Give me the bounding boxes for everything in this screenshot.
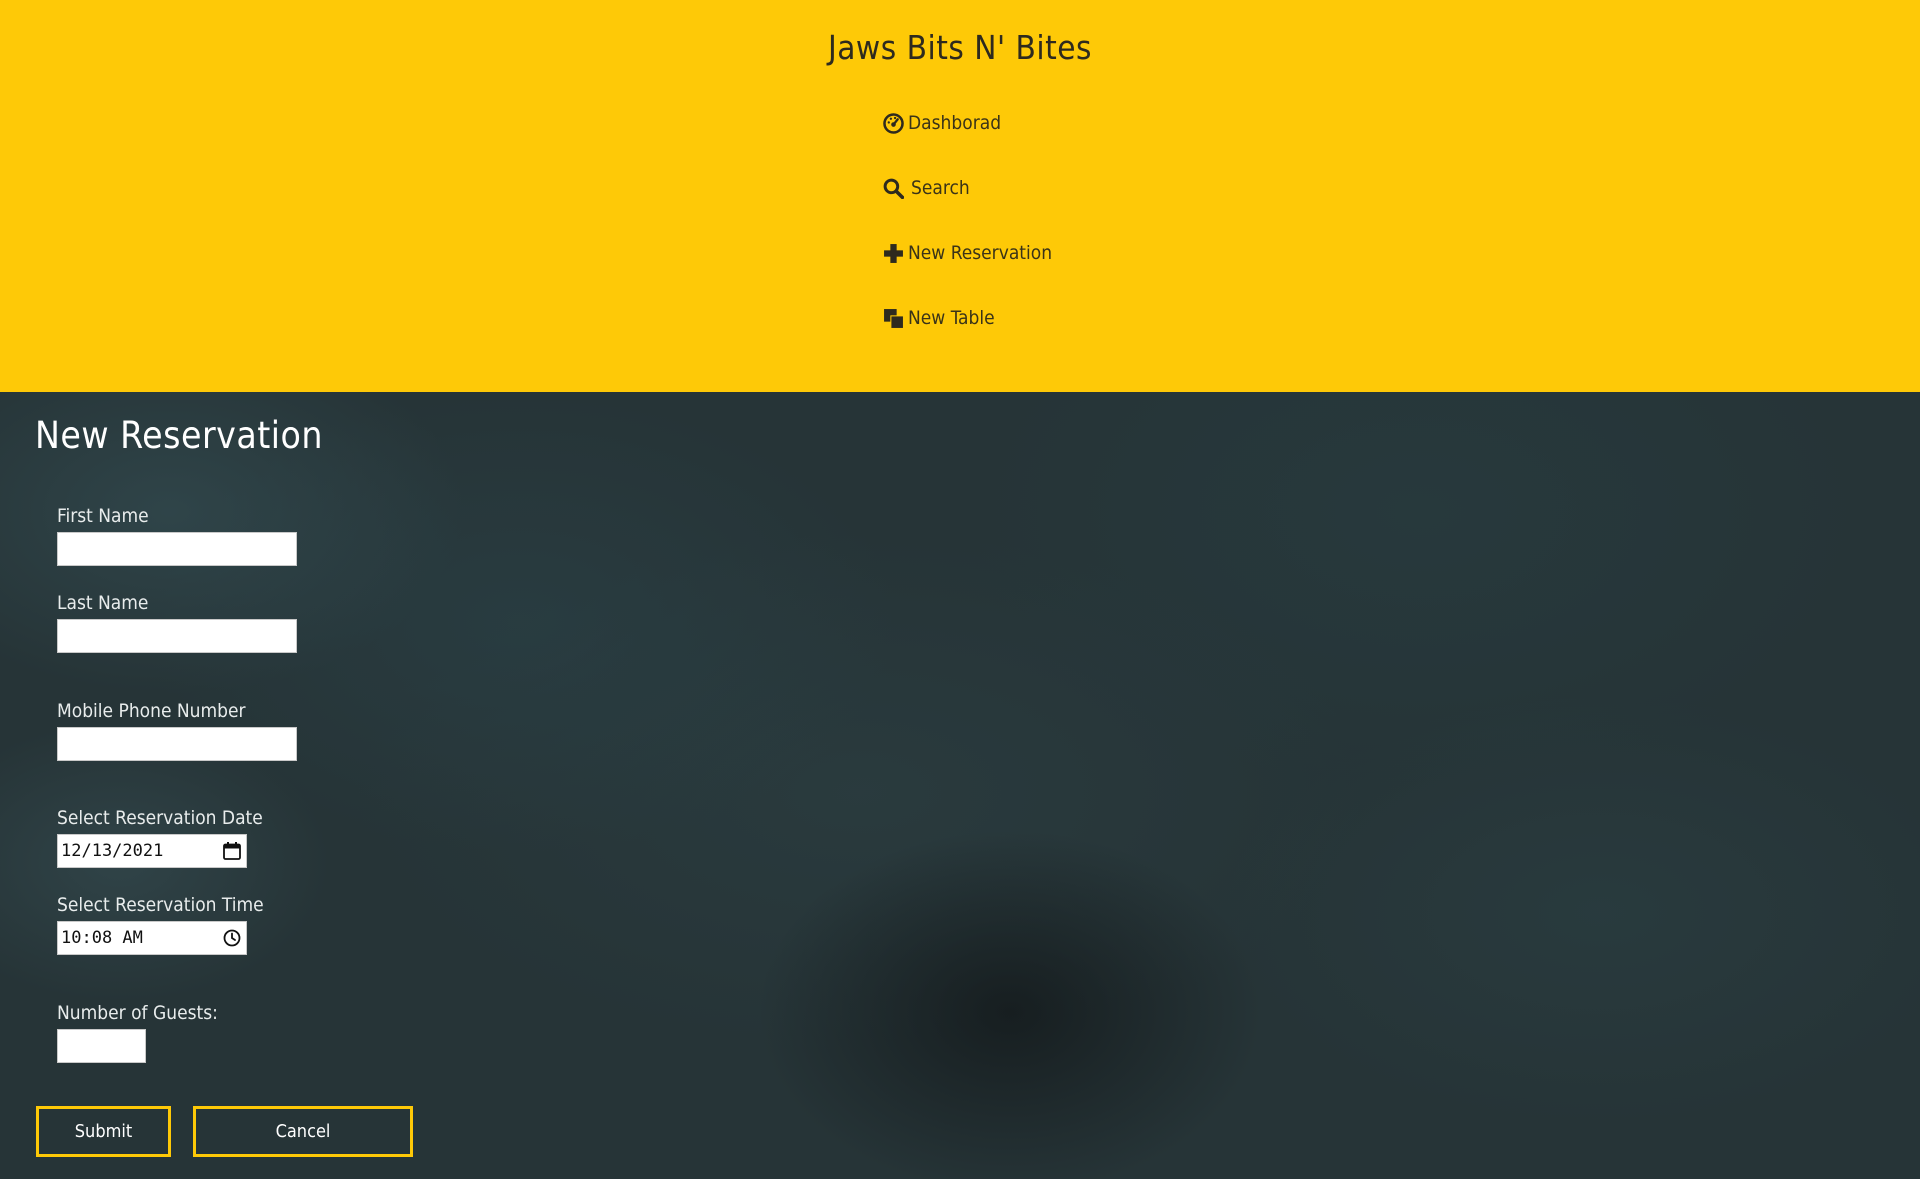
reservation-date-input[interactable]: 12/13/2021 (57, 834, 247, 868)
reservation-date-value: 12/13/2021 (61, 841, 164, 861)
mobile-phone-input[interactable] (57, 727, 297, 761)
reservation-page: New Reservation First Name Last Name Mob… (0, 392, 1920, 1179)
nav-label-new-table: New Table (908, 307, 995, 329)
first-name-input[interactable] (57, 532, 297, 566)
site-brand: Jaws Bits N' Bites (827, 28, 1093, 67)
reservation-date-label: Select Reservation Date (57, 807, 263, 829)
reservation-time-input[interactable]: 10:08 AM (57, 921, 247, 955)
nav-label-dashboard: Dashborad (908, 112, 1002, 134)
nav-item-new-reservation[interactable]: New Reservation (882, 238, 1282, 268)
last-name-input[interactable] (57, 619, 297, 653)
nav-label-new-reservation: New Reservation (908, 242, 1053, 264)
clock-icon[interactable] (222, 928, 242, 948)
site-header: Jaws Bits N' Bites Dashborad Search New … (0, 0, 1920, 392)
cancel-button[interactable]: Cancel (193, 1106, 413, 1157)
main-nav: Dashborad Search New Reservation New Tab… (882, 108, 1282, 368)
nav-label-search: Search (911, 177, 970, 199)
guests-label: Number of Guests: (57, 1002, 218, 1024)
submit-button[interactable]: Submit (36, 1106, 171, 1157)
search-icon (882, 177, 904, 199)
nav-item-search[interactable]: Search (882, 173, 1282, 203)
table-icon (882, 307, 904, 329)
first-name-label: First Name (57, 505, 149, 527)
guests-input[interactable] (57, 1029, 146, 1063)
dashboard-icon (882, 112, 904, 134)
calendar-icon[interactable] (222, 841, 242, 861)
plus-icon (882, 242, 904, 264)
nav-item-dashboard[interactable]: Dashborad (882, 108, 1282, 138)
mobile-phone-label: Mobile Phone Number (57, 700, 246, 722)
page-title: New Reservation (35, 414, 323, 457)
last-name-label: Last Name (57, 592, 149, 614)
nav-item-new-table[interactable]: New Table (882, 303, 1282, 333)
reservation-time-label: Select Reservation Time (57, 894, 264, 916)
reservation-time-value: 10:08 AM (61, 928, 143, 948)
